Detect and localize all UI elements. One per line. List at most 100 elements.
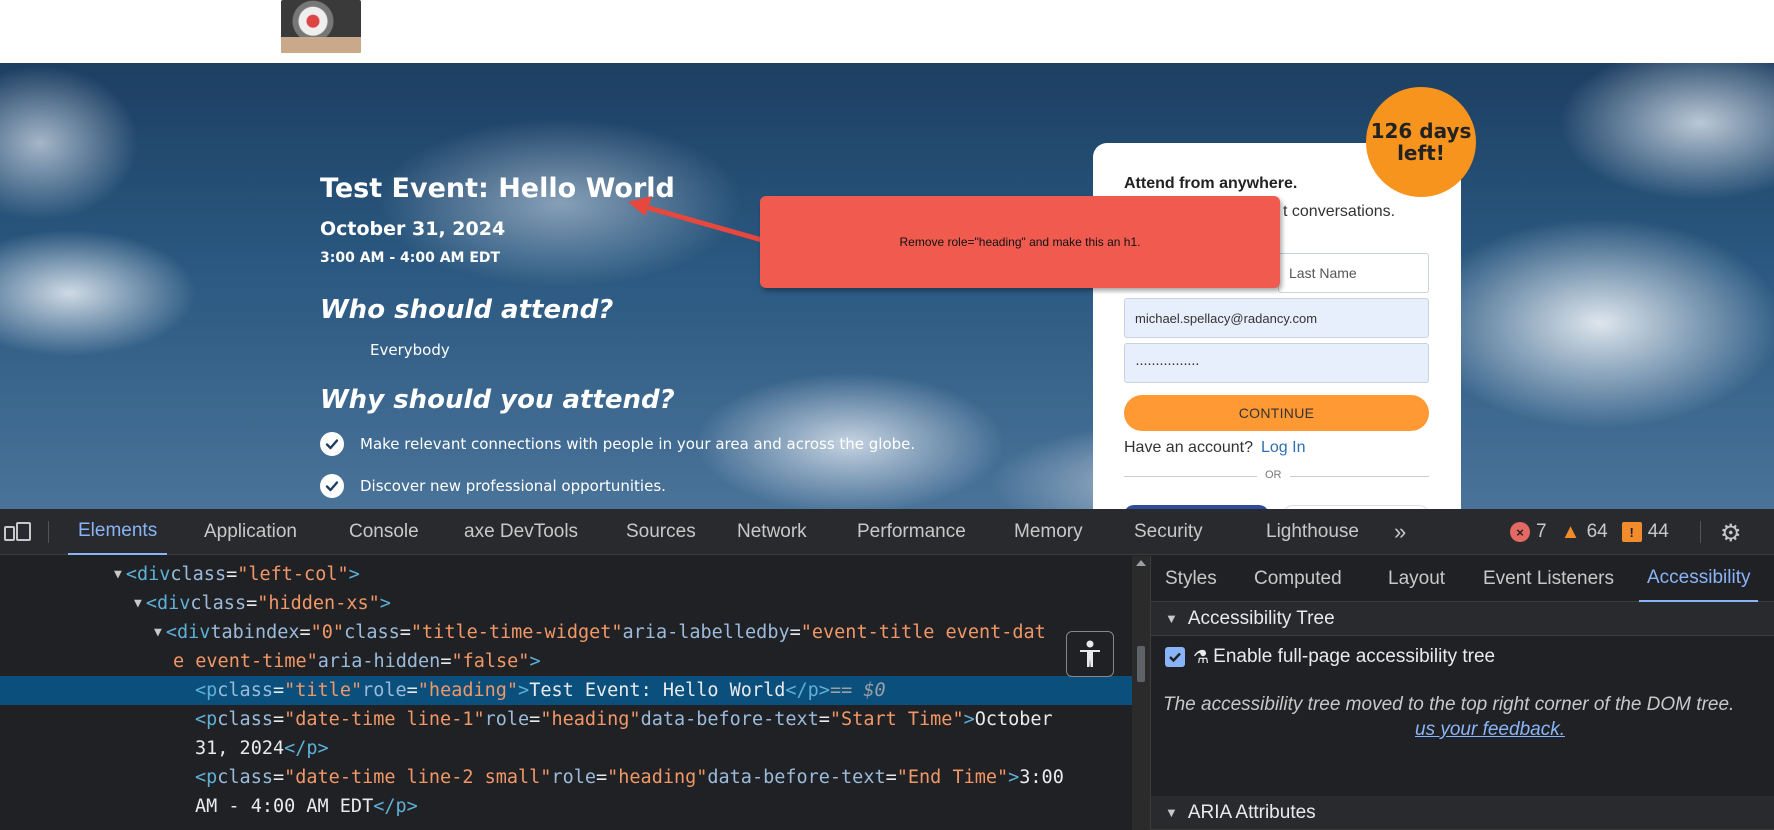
code-value: "date-time line-1" — [284, 709, 485, 730]
event-title: Test Event: Hello World — [320, 173, 675, 204]
issue-icon: ! — [1621, 522, 1642, 542]
have-account-text: Have an account? — [1124, 439, 1253, 456]
code-value: "date-time line-2 small" — [284, 767, 552, 788]
why-should-you-attend-heading: Why should you attend? — [320, 385, 675, 415]
dom-node[interactable]: ▼ <div tabindex = "0" class = "title-time-wi… — [154, 618, 1046, 647]
accessibility-tree-section-header[interactable]: ▼ Accessibility Tree — [1151, 602, 1774, 636]
code-attr: aria-hidden — [317, 651, 441, 672]
expand-triangle-icon[interactable]: ▼ — [114, 567, 122, 582]
code-tag: > — [348, 564, 360, 585]
tab-lighthouse[interactable]: Lighthouse — [1266, 509, 1359, 555]
error-count: 7 — [1536, 521, 1547, 542]
code-attr: data-before-text — [640, 709, 819, 730]
code-attr: class — [344, 622, 400, 643]
tab-memory[interactable]: Memory — [1014, 509, 1083, 555]
code-attr: data-before-text — [707, 767, 886, 788]
dom-node-selected[interactable]: <p class = "title" role = "heading" > Test Eve… — [0, 676, 1132, 705]
enable-full-page-tree-row[interactable]: ⚗ Enable full-page accessibility tree — [1165, 646, 1495, 668]
tab-network[interactable]: Network — [737, 509, 807, 555]
password-input[interactable]: ················ — [1124, 343, 1429, 383]
collapse-triangle-icon: ▼ — [1165, 805, 1178, 820]
section-title: Accessibility Tree — [1187, 607, 1335, 629]
tab-console[interactable]: Console — [349, 509, 419, 555]
benefit-item: Discover new professional opportunities. — [320, 473, 666, 499]
tab-computed[interactable]: Computed — [1254, 556, 1342, 602]
tab-security[interactable]: Security — [1134, 509, 1203, 555]
scrollbar-thumb[interactable] — [1137, 646, 1145, 682]
dom-node-continuation: e event-time" aria-hidden = "false" > — [173, 651, 541, 672]
code-value: "heading" — [417, 680, 519, 701]
tab-elements[interactable]: Elements — [68, 509, 168, 555]
who-should-attend-heading: Who should attend? — [320, 295, 614, 325]
code-value: "false" — [451, 651, 530, 672]
email-input[interactable]: michael.spellacy@radancy.com — [1124, 298, 1429, 338]
code-attr: aria-labelledby — [622, 622, 790, 643]
settings-gear-icon[interactable]: ⚙ — [1720, 519, 1742, 548]
code-value: e event-time" — [173, 651, 318, 672]
days-left-badge: 126 days left! — [1366, 87, 1476, 197]
code-attr: tabindex — [210, 622, 300, 643]
code-value: "title-time-widget" — [410, 622, 623, 643]
tab-performance[interactable]: Performance — [857, 509, 966, 555]
tab-styles[interactable]: Styles — [1165, 556, 1217, 602]
code-value: "left-col" — [237, 564, 349, 585]
benefit-text: Discover new professional opportunities. — [360, 477, 666, 495]
login-link[interactable]: Log In — [1261, 439, 1305, 456]
continue-button[interactable]: CONTINUE — [1124, 395, 1429, 431]
error-icon: × — [1510, 522, 1530, 542]
tab-sources[interactable]: Sources — [626, 509, 696, 555]
tab-application[interactable]: Application — [204, 509, 297, 555]
tab-layout[interactable]: Layout — [1388, 556, 1445, 602]
code-tag: > — [1008, 767, 1020, 788]
elements-dom-tree: ▼ <div class = "left-col" > ▼ <div class = "h… — [0, 556, 1132, 830]
dom-node[interactable]: <p class = "date-time line-2 small" role = "… — [195, 763, 1064, 792]
expand-triangle-icon[interactable]: ▼ — [154, 625, 162, 640]
code-tag: </p> — [785, 680, 830, 701]
code-tag: <div — [125, 564, 171, 585]
event-date: October 31, 2024 — [320, 218, 506, 240]
tab-accessibility[interactable]: Accessibility — [1639, 556, 1759, 602]
more-tabs-icon[interactable]: » — [1394, 519, 1406, 545]
sidebar-tab-bar: Styles Computed Layout Event Listeners A… — [1151, 556, 1774, 602]
console-counts[interactable]: × 7 ▲ 64 ! 44 — [1510, 521, 1669, 543]
elements-scrollbar[interactable] — [1132, 556, 1150, 830]
expand-triangle-icon[interactable]: ▼ — [134, 596, 142, 611]
dom-node[interactable]: ▼ <div class = "hidden-xs" > — [134, 589, 391, 618]
code-text: 3:00 — [1019, 767, 1064, 788]
code-value: "title" — [284, 680, 363, 701]
or-divider-label: OR — [1257, 469, 1290, 481]
code-eq: = — [246, 593, 258, 614]
code-attr: role — [362, 680, 407, 701]
code-tag: > — [529, 651, 541, 672]
checkbox-checked[interactable] — [1165, 647, 1185, 667]
feedback-link[interactable]: us your feedback. — [1415, 719, 1565, 741]
aria-attributes-section-header[interactable]: ▼ ARIA Attributes — [1151, 796, 1774, 830]
accessibility-tree-toggle-button[interactable] — [1066, 631, 1114, 677]
days-left-suffix: left! — [1397, 141, 1445, 165]
dom-node[interactable]: <p class = "date-time line-1" role = "headin… — [195, 705, 1053, 734]
code-attr: role — [484, 709, 530, 730]
scroll-up-arrow-icon[interactable] — [1136, 560, 1146, 566]
check-circle-icon — [320, 474, 344, 498]
code-attr: class — [170, 564, 227, 585]
code-tag: </p> — [284, 738, 329, 759]
site-header — [0, 0, 1774, 63]
tab-axe-devtools[interactable]: axe DevTools — [464, 509, 578, 555]
tree-moved-note: The accessibility tree moved to the top … — [1163, 694, 1735, 715]
code-text: AM - 4:00 AM EDT — [195, 796, 374, 817]
dom-node[interactable]: ▼ <div class = "left-col" > — [114, 560, 360, 589]
check-circle-icon — [320, 432, 344, 456]
code-text: October — [974, 709, 1053, 730]
code-tag: <p — [195, 709, 218, 730]
devtools-panel: Elements Application Console axe DevTool… — [0, 509, 1774, 830]
tab-event-listeners[interactable]: Event Listeners — [1483, 556, 1614, 602]
flask-icon: ⚗ — [1193, 646, 1210, 667]
code-value: "Start Time" — [829, 709, 964, 730]
benefit-text: Make relevant connections with people in… — [360, 435, 916, 453]
device-toolbar-icon[interactable] — [4, 521, 32, 543]
code-tag: <p — [195, 767, 218, 788]
code-attr: class — [217, 767, 273, 788]
code-value: "event-title event-dat — [800, 622, 1046, 643]
last-name-input[interactable]: Last Name — [1278, 253, 1429, 293]
code-tag: <p — [195, 680, 218, 701]
